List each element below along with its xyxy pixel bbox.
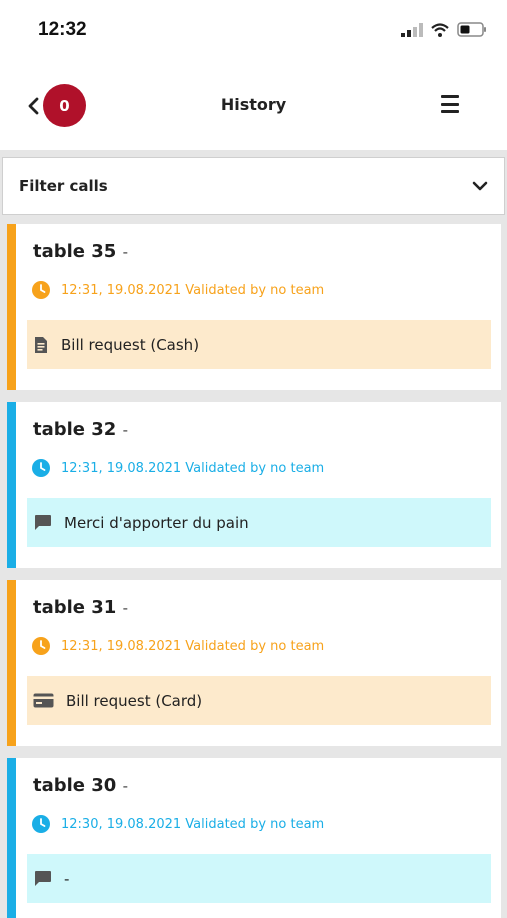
page-title: History	[220, 95, 287, 114]
call-table-name: table 31 -	[33, 597, 128, 618]
table-dash: -	[122, 243, 129, 261]
call-table-name: table 30 -	[33, 775, 128, 796]
app-header: 0 History	[0, 62, 507, 150]
call-status-stripe	[7, 758, 16, 918]
call-meta: 12:31, 19.08.2021 Validated by no team	[32, 459, 324, 477]
call-card[interactable]: table 30 - 12:30, 19.08.2021 Validated b…	[7, 758, 501, 918]
clock-icon	[32, 637, 50, 655]
menu-button[interactable]	[441, 95, 459, 113]
call-meta-text: 12:31, 19.08.2021 Validated by no team	[61, 282, 325, 298]
wifi-icon	[431, 22, 449, 37]
call-meta-text: 12:30, 19.08.2021 Validated by no team	[61, 816, 325, 832]
call-card[interactable]: table 35 - 12:31, 19.08.2021 Validated b…	[7, 224, 501, 390]
call-meta: 12:31, 19.08.2021 Validated by no team	[32, 281, 324, 299]
call-table-name: table 32 -	[33, 419, 128, 440]
menu-icon-line	[441, 95, 459, 98]
table-label: table 30	[33, 775, 117, 796]
table-label: table 31	[33, 597, 117, 618]
status-icons	[401, 22, 487, 37]
clock-icon	[32, 815, 50, 833]
menu-icon-line	[441, 102, 459, 106]
call-note-text: -	[64, 869, 70, 888]
chat-bubble-icon	[35, 515, 51, 530]
menu-icon-line	[441, 110, 459, 113]
call-note: -	[27, 854, 491, 903]
call-status-stripe	[7, 224, 16, 390]
receipt-icon	[35, 336, 47, 353]
table-label: table 32	[33, 419, 117, 440]
call-meta: 12:31, 19.08.2021 Validated by no team	[32, 637, 324, 655]
credit-card-icon	[33, 693, 54, 708]
battery-icon	[457, 22, 486, 37]
call-note-text: Merci d'apporter du pain	[64, 513, 249, 532]
chevron-down-icon	[472, 181, 488, 191]
filter-label: Filter calls	[19, 177, 108, 195]
call-status-stripe	[7, 580, 16, 746]
status-time: 12:32	[38, 19, 87, 40]
filter-calls-dropdown[interactable]: Filter calls	[2, 157, 505, 215]
clock-icon	[32, 281, 50, 299]
status-bar: 12:32	[0, 0, 507, 62]
call-status-stripe	[7, 402, 16, 568]
call-meta-text: 12:31, 19.08.2021 Validated by no team	[61, 460, 325, 476]
clock-icon	[32, 459, 50, 477]
call-note: Bill request (Cash)	[27, 320, 491, 369]
chat-bubble-icon	[35, 871, 51, 886]
table-dash: -	[122, 421, 129, 439]
table-dash: -	[122, 599, 129, 617]
call-card[interactable]: table 31 - 12:31, 19.08.2021 Validated b…	[7, 580, 501, 746]
call-note: Merci d'apporter du pain	[27, 498, 491, 547]
call-meta-text: 12:31, 19.08.2021 Validated by no team	[61, 638, 325, 654]
call-note-text: Bill request (Card)	[66, 691, 203, 710]
call-note-text: Bill request (Cash)	[61, 335, 200, 354]
call-card[interactable]: table 32 - 12:31, 19.08.2021 Validated b…	[7, 402, 501, 568]
call-meta: 12:30, 19.08.2021 Validated by no team	[32, 815, 324, 833]
call-table-name: table 35 -	[33, 241, 128, 262]
table-label: table 35	[33, 241, 117, 262]
call-note: Bill request (Card)	[27, 676, 491, 725]
table-dash: -	[122, 777, 129, 795]
signal-icon	[401, 22, 423, 37]
